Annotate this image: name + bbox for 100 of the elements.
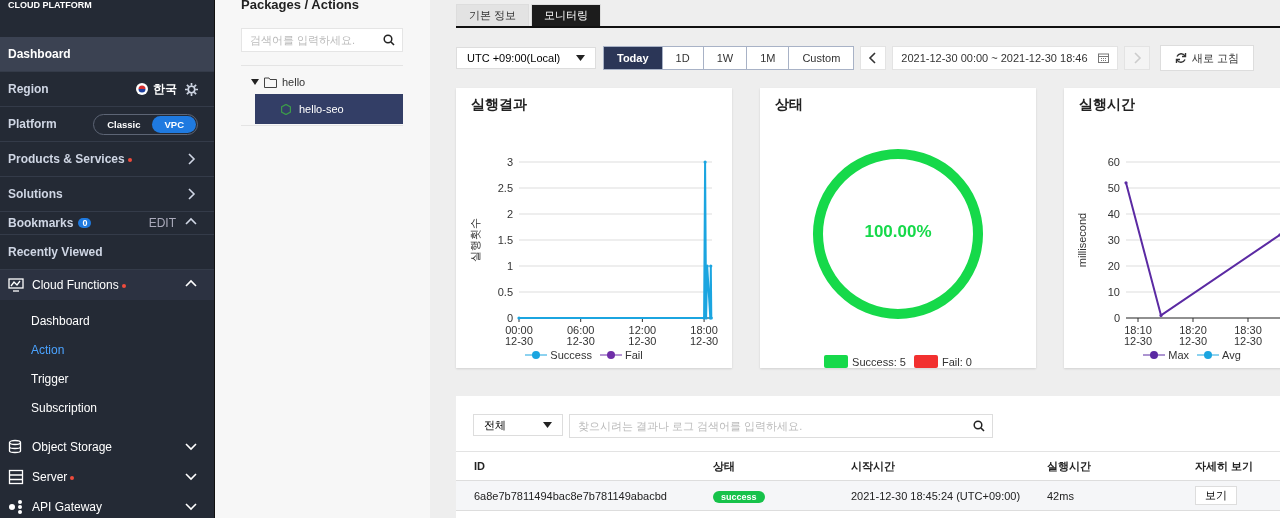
hexagon-icon bbox=[281, 103, 291, 115]
panel-title: Packages / Actions bbox=[241, 0, 360, 14]
submenu-item[interactable]: Dashboard bbox=[31, 313, 90, 328]
axis-title: millisecond bbox=[1076, 212, 1088, 268]
tab[interactable]: 모니터링 bbox=[531, 4, 602, 26]
timezone-dropdown[interactable]: UTC +09:00(Local) bbox=[456, 47, 596, 69]
nav-item[interactable]: Dashboard bbox=[0, 37, 214, 72]
period-field[interactable]: 2021-12-30 00:00 ~ 2021-12-30 18:46 bbox=[892, 46, 1118, 70]
service-item[interactable]: Object Storage bbox=[32, 440, 113, 454]
service-item[interactable]: API Gateway bbox=[32, 500, 103, 514]
range-button[interactable]: 1W bbox=[702, 46, 748, 70]
axis-label: 12:00 bbox=[628, 324, 657, 336]
axis-label: 12-30 bbox=[566, 335, 595, 347]
range-button[interactable]: Today bbox=[603, 46, 663, 70]
table-cell: 2021-12-30 18:45:24 (UTC+09:00) bbox=[851, 489, 1021, 502]
toggle-option[interactable]: Classic bbox=[95, 115, 153, 133]
axis-label: 2.5 bbox=[497, 182, 513, 194]
database-icon bbox=[8, 439, 24, 455]
axis-label: 00:00 bbox=[505, 324, 533, 336]
legend-item[interactable]: Success bbox=[525, 349, 592, 361]
caret-icon bbox=[543, 422, 552, 428]
filter-dropdown[interactable]: 전체 bbox=[473, 414, 563, 436]
axis-label: 06:00 bbox=[566, 324, 595, 336]
line-marker-icon bbox=[525, 350, 548, 360]
card-title: 상태 bbox=[775, 96, 804, 114]
axis-label: 1.5 bbox=[497, 234, 513, 246]
card-title: 실행시간 bbox=[1079, 96, 1136, 114]
legend-item[interactable]: Fail bbox=[599, 349, 643, 361]
axis-label: 12-30 bbox=[504, 335, 534, 347]
line-marker-icon bbox=[1197, 350, 1219, 360]
refresh-button[interactable]: 새로 고침 bbox=[1159, 45, 1254, 71]
card-title: 실행결과 bbox=[471, 96, 528, 114]
expand-icon[interactable] bbox=[251, 78, 259, 86]
axis-label: 18:00 bbox=[690, 324, 718, 336]
axis-label: 40 bbox=[1107, 208, 1120, 220]
search-field[interactable]: 검색어를 입력하세요. bbox=[241, 28, 403, 52]
row-label: Bookmarks bbox=[8, 216, 74, 230]
axis-label: 0.5 bbox=[497, 286, 513, 298]
legend-item[interactable]: Success: 5 bbox=[824, 355, 906, 368]
folder-icon bbox=[264, 76, 277, 88]
refresh-icon bbox=[1174, 52, 1187, 64]
legend-item[interactable]: Max bbox=[1143, 349, 1189, 361]
legend-item[interactable]: Fail: 0 bbox=[913, 355, 972, 368]
tree-item[interactable]: hello-seo bbox=[255, 94, 403, 124]
axis-label: 1 bbox=[506, 260, 513, 272]
network-icon bbox=[8, 499, 24, 515]
tab[interactable]: 기본 정보 bbox=[456, 4, 530, 26]
monitor-icon bbox=[8, 277, 24, 293]
axis-label: 2 bbox=[506, 208, 513, 220]
brand-logo: CLOUD PLATFORM bbox=[8, 0, 92, 10]
search-field[interactable]: 찾으시려는 결과나 로그 검색어를 입력하세요. bbox=[569, 414, 993, 438]
legend-item[interactable]: Avg bbox=[1197, 349, 1241, 361]
axis-label: 12-30 bbox=[1123, 335, 1153, 347]
success-rate: 100.00% bbox=[863, 222, 933, 242]
axis-label: 18:30 bbox=[1234, 324, 1262, 336]
column-header: 상태 bbox=[713, 459, 735, 472]
service-item[interactable]: Server bbox=[32, 470, 68, 484]
menu-item[interactable]: Products & Services bbox=[0, 142, 214, 177]
column-header: 시작시간 bbox=[851, 459, 895, 472]
axis-label: 3 bbox=[506, 156, 513, 168]
submenu-item[interactable]: Trigger bbox=[31, 371, 69, 386]
axis-label: 60 bbox=[1107, 156, 1120, 168]
axis-title: 실행횟수 bbox=[469, 218, 481, 262]
axis-label: 50 bbox=[1107, 182, 1120, 194]
view-button[interactable]: 보기 bbox=[1195, 486, 1237, 505]
search-icon[interactable] bbox=[973, 420, 985, 432]
axis-label: 30 bbox=[1107, 234, 1120, 246]
line-marker-icon bbox=[1143, 350, 1166, 360]
range-button[interactable]: Custom bbox=[788, 46, 855, 70]
tree-item[interactable]: hello bbox=[282, 76, 306, 88]
server-icon bbox=[8, 469, 24, 485]
line-marker-icon bbox=[599, 350, 622, 360]
axis-label: 18:10 bbox=[1124, 324, 1152, 336]
status-badge: success bbox=[713, 490, 765, 503]
row-label: Region bbox=[8, 82, 49, 96]
row-label: Platform bbox=[8, 117, 57, 131]
settings-icon[interactable] bbox=[185, 82, 198, 96]
range-button[interactable]: 1D bbox=[661, 46, 704, 70]
axis-label: 12-30 bbox=[1178, 335, 1208, 347]
column-header: 자세히 보기 bbox=[1195, 459, 1254, 472]
toggle-option[interactable]: VPC bbox=[152, 115, 196, 133]
caret-icon bbox=[576, 55, 585, 61]
column-header: ID bbox=[474, 460, 485, 472]
table-cell: 42ms bbox=[1047, 489, 1074, 502]
flag-icon bbox=[136, 83, 148, 95]
axis-label: 0 bbox=[506, 312, 513, 324]
edit-link[interactable]: EDIT bbox=[148, 216, 176, 230]
submenu-item[interactable]: Subscription bbox=[31, 400, 98, 415]
range-button[interactable]: 1M bbox=[746, 46, 790, 70]
region-value[interactable]: 한국 bbox=[153, 80, 177, 98]
service-item[interactable]: Cloud Functions bbox=[32, 278, 119, 292]
search-icon[interactable] bbox=[383, 34, 395, 46]
axis-label: 12-30 bbox=[1233, 335, 1263, 347]
calendar-icon bbox=[1097, 53, 1109, 63]
menu-item[interactable]: Solutions bbox=[0, 177, 214, 212]
submenu-item[interactable]: Action bbox=[31, 342, 65, 357]
axis-label: 10 bbox=[1107, 286, 1120, 298]
axis-label: 20 bbox=[1107, 260, 1120, 272]
table-cell: 6a8e7b7811494bac8e7b781149abacbd bbox=[474, 489, 667, 502]
previous-button[interactable] bbox=[860, 46, 887, 70]
